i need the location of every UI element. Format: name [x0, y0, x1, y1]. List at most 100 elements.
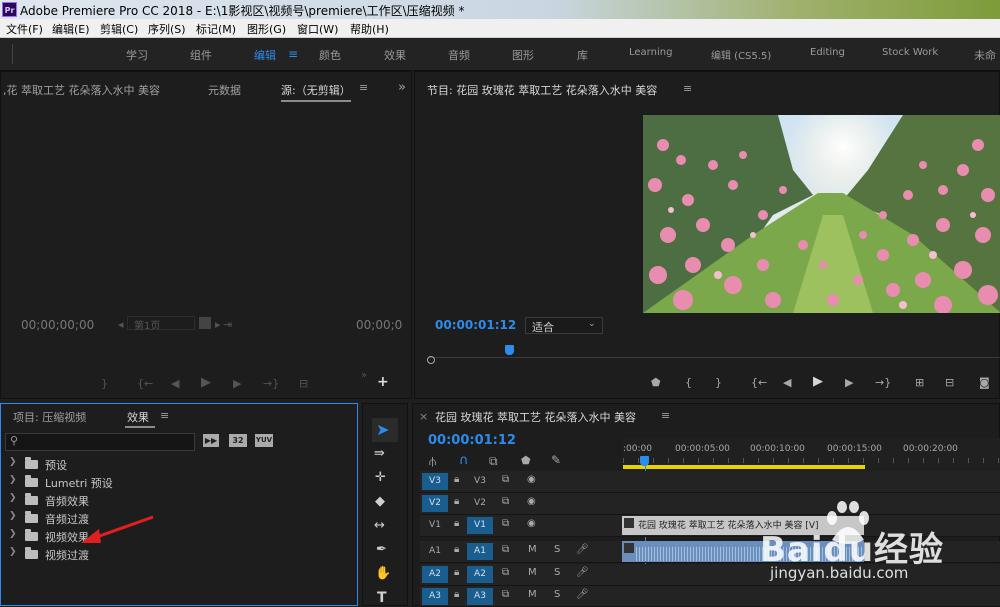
snap-nest-icon[interactable]: ⫛ [429, 454, 436, 469]
menu-edit[interactable]: 编辑(E) [52, 21, 90, 37]
source-mark-out-icon[interactable]: } [101, 377, 108, 390]
play-icon[interactable]: ▶ [813, 374, 823, 389]
source-tab-menu-icon[interactable]: ≡ [359, 81, 368, 94]
selection-tool-icon[interactable]: ➤ [376, 420, 389, 439]
workspace-effects[interactable]: 效果 [384, 47, 406, 63]
workspace-graphics[interactable]: 图形 [512, 47, 534, 63]
ripple-edit-tool-icon[interactable]: ✛ [375, 470, 386, 485]
track-select-tool-icon[interactable]: ⇛ [374, 446, 385, 461]
lock-icon[interactable]: 🔒︎ [454, 496, 459, 507]
workspace-menu-icon[interactable]: ≡ [288, 47, 298, 61]
sync-lock-icon[interactable]: ⧉ [502, 496, 509, 507]
add-marker-icon[interactable]: ⬟ [521, 454, 531, 467]
lock-icon[interactable]: 🔒︎ [454, 474, 459, 485]
menu-window[interactable]: 窗口(W) [297, 21, 338, 37]
workspace-audio[interactable]: 音频 [448, 47, 470, 63]
step-forward-icon[interactable]: ▶ [845, 376, 853, 389]
razor-tool-icon[interactable]: ◆ [375, 494, 385, 509]
timeline-timecode[interactable]: 00:00:01:12 [428, 433, 516, 448]
track-target-v2[interactable]: V2 [467, 495, 493, 512]
close-sequence-icon[interactable]: × [419, 410, 428, 423]
panel-overflow-icon[interactable]: » [398, 80, 406, 95]
source-add-button-icon[interactable]: + [377, 374, 389, 390]
time-ruler[interactable]: :00:00 00:00:05:00 00:00:10:00 00:00:15:… [623, 438, 1000, 472]
source-prev-page-icon[interactable]: ◂ [118, 318, 124, 331]
track-source-v1[interactable]: V1 [422, 517, 448, 534]
source-step-icon[interactable]: ⇥ [223, 318, 232, 331]
go-to-out-icon[interactable]: →} [875, 376, 891, 389]
program-playhead[interactable] [505, 345, 515, 355]
mark-in-icon[interactable]: { [685, 376, 692, 389]
program-monitor-title[interactable]: 节目: 花园 玫瑰花 萃取工艺 花朵落入水中 美容 [427, 82, 657, 98]
workspace-stock-work[interactable]: Stock Work [882, 47, 938, 58]
menu-help[interactable]: 帮助(H) [350, 21, 389, 37]
workspace-editing[interactable]: 编辑 [254, 47, 276, 63]
yuv-effects-icon[interactable]: YUV [255, 434, 273, 447]
hand-tool-icon[interactable]: ✋ [375, 566, 391, 581]
effects-menu-icon[interactable]: ≡ [160, 409, 169, 422]
tab-source-no-clip[interactable]: 源:（无剪辑） [281, 82, 351, 98]
workspace-libraries[interactable]: 库 [577, 47, 588, 63]
solo-button[interactable]: S [554, 589, 560, 600]
source-step-back-icon[interactable]: ◀ [171, 377, 179, 390]
program-timecode[interactable]: 00:00:01:12 [435, 318, 516, 332]
sync-lock-icon[interactable]: ⧉ [502, 567, 509, 578]
camera-icon[interactable]: ◙ [979, 376, 990, 389]
lock-icon[interactable]: 🔒︎ [454, 518, 459, 529]
eye-icon[interactable]: ◉ [527, 518, 536, 529]
effects-search-input[interactable] [24, 434, 193, 450]
accelerated-effects-icon[interactable]: ▶▶ [203, 434, 219, 447]
menu-file[interactable]: 文件(F) [6, 21, 43, 37]
mute-button[interactable]: M [528, 589, 537, 600]
mark-out-icon[interactable]: } [715, 376, 722, 389]
marker-icon[interactable]: ⬟ [651, 376, 661, 389]
sync-lock-icon[interactable]: ⧉ [502, 474, 509, 485]
workspace-learning[interactable]: Learning [629, 47, 672, 58]
source-step-forward-icon[interactable]: ▶ [233, 377, 241, 390]
microphone-icon[interactable]: 🎤︎ [576, 544, 589, 555]
timeline-sequence-tab[interactable]: 花园 玫瑰花 萃取工艺 花朵落入水中 美容 [435, 409, 636, 425]
fit-dropdown[interactable]: 适合 ⌄ [525, 317, 603, 334]
solo-button[interactable]: S [554, 567, 560, 578]
sync-lock-icon[interactable]: ⧉ [502, 544, 509, 555]
lock-icon[interactable]: 🔒︎ [454, 589, 459, 600]
tab-project[interactable]: 项目: 压缩视频 [13, 409, 86, 425]
32bit-effects-icon[interactable]: 32 [229, 434, 247, 447]
source-next-page-icon[interactable]: ▸ [215, 318, 221, 331]
source-timecode-left[interactable]: 00;00;00;00 [21, 318, 94, 332]
lock-icon[interactable]: 🔒︎ [454, 567, 459, 578]
workspace-color[interactable]: 颜色 [319, 47, 341, 63]
work-area-bar[interactable] [623, 465, 865, 469]
track-target-a3[interactable]: A3 [467, 588, 493, 605]
menu-graphics[interactable]: 图形(G) [247, 21, 286, 37]
track-target-v3[interactable]: V3 [467, 473, 493, 490]
effects-search-box[interactable]: ⚲ [5, 433, 195, 451]
extract-icon[interactable]: ⊟ [945, 376, 954, 389]
type-tool-icon[interactable]: T [377, 590, 387, 606]
wrench-icon[interactable]: ✎ [551, 453, 561, 467]
magnet-snap-icon[interactable]: ∩ [459, 453, 469, 468]
sync-lock-icon[interactable]: ⧉ [502, 589, 509, 600]
pen-tool-icon[interactable]: ✒ [376, 542, 387, 557]
lift-icon[interactable]: ⊞ [915, 376, 924, 389]
source-zoom-icon[interactable] [199, 317, 211, 329]
menu-marker[interactable]: 标记(M) [196, 21, 236, 37]
source-play-icon[interactable]: ▶ [201, 375, 211, 390]
go-to-in-icon[interactable]: {← [751, 376, 767, 389]
track-v3[interactable]: V3 🔒︎ V3 ⧉ ◉ [420, 471, 1000, 493]
eye-icon[interactable]: ◉ [527, 474, 536, 485]
track-source-v2[interactable]: V2 [422, 495, 448, 512]
microphone-icon[interactable]: 🎤︎ [576, 589, 589, 600]
slip-tool-icon[interactable]: ↔ [374, 518, 385, 533]
program-menu-icon[interactable]: ≡ [683, 82, 692, 95]
zoom-handle-icon[interactable] [427, 356, 435, 364]
mute-button[interactable]: M [528, 544, 537, 555]
workspace-unnamed[interactable]: 未命 [974, 47, 996, 63]
lock-icon[interactable]: 🔒︎ [454, 544, 459, 555]
track-source-v3[interactable]: V3 [422, 473, 448, 490]
track-source-a1[interactable]: A1 [422, 543, 448, 560]
program-scrub-bar[interactable] [429, 357, 1000, 358]
track-target-v1[interactable]: V1 [467, 517, 493, 534]
workspace-learn[interactable]: 学习 [126, 47, 148, 63]
tab-effects[interactable]: 效果 [127, 409, 149, 425]
